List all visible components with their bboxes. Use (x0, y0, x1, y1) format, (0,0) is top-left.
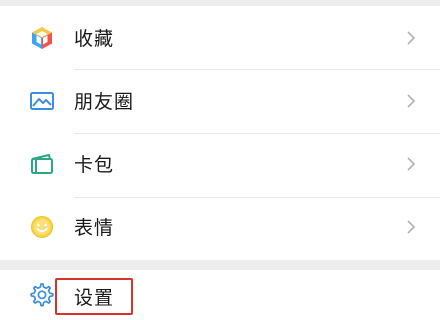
chevron-right-icon (406, 30, 416, 46)
menu-item-cards[interactable]: 卡包 (0, 132, 440, 195)
menu-item-label: 收藏 (74, 28, 115, 50)
menu-group-main: 收藏 朋友圈 卡包 表情 (0, 6, 440, 260)
menu-item-label: 朋友圈 (74, 91, 135, 113)
menu-item-settings[interactable]: 设置 (0, 270, 440, 320)
highlight-box (55, 278, 133, 315)
chevron-right-icon (406, 93, 416, 109)
menu-item-label: 表情 (74, 217, 115, 239)
menu-group-settings: 设置 (0, 270, 440, 320)
menu-item-label: 卡包 (74, 154, 115, 176)
chevron-right-icon (406, 219, 416, 235)
settings-gear-icon (29, 282, 55, 308)
card-wallet-icon (29, 151, 55, 177)
menu-item-favorites[interactable]: 收藏 (0, 6, 440, 69)
menu-item-moments[interactable]: 朋友圈 (0, 69, 440, 132)
menu-item-stickers[interactable]: 表情 (0, 195, 440, 258)
chevron-right-icon (406, 156, 416, 172)
sticker-smile-icon (29, 214, 55, 240)
favorites-cube-icon (29, 25, 55, 51)
moments-picture-icon (29, 88, 55, 114)
